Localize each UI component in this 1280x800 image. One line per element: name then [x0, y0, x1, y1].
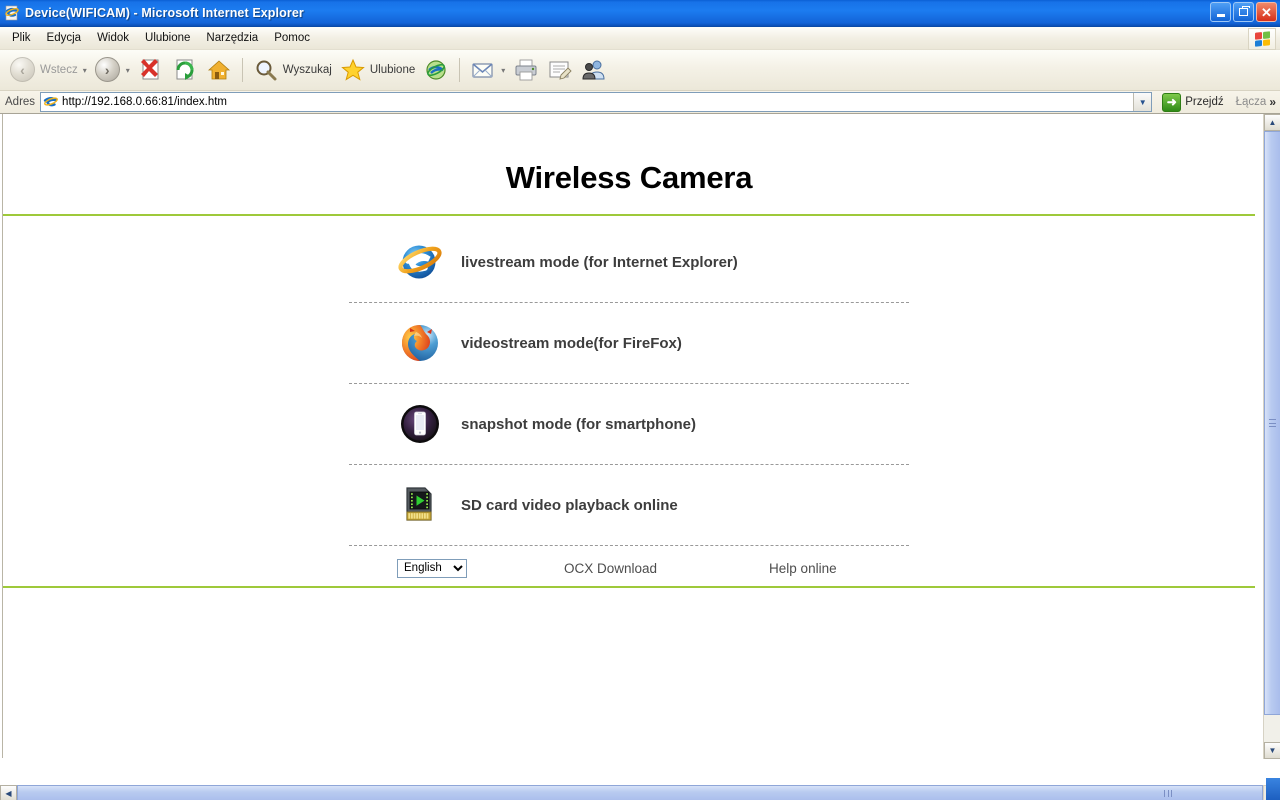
mode-label-snapshot: snapshot mode (for smartphone) [461, 415, 697, 433]
edit-page-icon [547, 57, 573, 83]
horizontal-scrollbar[interactable]: ◀ [0, 785, 1263, 800]
printer-icon [513, 57, 539, 83]
home-icon [206, 57, 232, 83]
go-button[interactable]: ➜ Przejdź [1158, 92, 1227, 112]
refresh-icon [172, 57, 198, 83]
forward-arrow-icon: › [94, 57, 121, 83]
vertical-scroll-thumb[interactable] [1264, 131, 1280, 715]
smartphone-icon [397, 401, 443, 447]
menu-item-favorites[interactable]: Ulubione [137, 30, 198, 46]
accent-rule-bottom [3, 586, 1255, 588]
print-button[interactable] [509, 54, 543, 86]
language-select[interactable]: English [397, 558, 467, 578]
mail-button[interactable]: ▾ [466, 54, 509, 86]
links-label[interactable]: Łącza [1236, 96, 1267, 108]
messenger-people-icon [581, 57, 607, 83]
internet-explorer-icon [397, 239, 443, 285]
favorites-button[interactable]: Ulubione [336, 54, 419, 86]
window-controls: ✕ [1210, 2, 1277, 22]
scroll-up-button[interactable]: ▲ [1264, 114, 1280, 131]
forward-button[interactable]: › ▾ [91, 54, 134, 86]
ie-document-icon [4, 5, 20, 21]
address-dropdown-button[interactable]: ▼ [1133, 93, 1152, 111]
back-button-label: Wstecz [40, 64, 78, 76]
minimize-button[interactable] [1210, 2, 1231, 22]
mail-icon [470, 57, 496, 83]
mode-label-videostream: videostream mode(for FireFox) [461, 334, 682, 352]
menu-item-view[interactable]: Widok [89, 30, 137, 46]
mode-label-livestream: livestream mode (for Internet Explorer) [461, 253, 738, 271]
messenger-button[interactable] [577, 54, 611, 86]
menu-item-tools[interactable]: Narzędzia [198, 30, 266, 46]
mode-row-sdcard[interactable]: SD card video playback online [349, 465, 909, 545]
windows-flag-icon [1248, 28, 1276, 50]
menu-item-edit[interactable]: Edycja [39, 30, 90, 46]
window-title: Device(WIFICAM) - Microsoft Internet Exp… [25, 6, 304, 20]
scroll-left-button[interactable]: ◀ [0, 785, 17, 800]
help-online-link[interactable]: Help online [769, 561, 837, 576]
go-button-label: Przejdź [1185, 96, 1224, 108]
search-icon [253, 57, 279, 83]
menu-item-help[interactable]: Pomoc [266, 30, 318, 46]
mode-row-videostream[interactable]: videostream mode(for FireFox) [349, 303, 909, 383]
mode-row-livestream[interactable]: livestream mode (for Internet Explorer) [349, 222, 909, 302]
refresh-button[interactable] [168, 54, 202, 86]
stop-icon [138, 57, 164, 83]
page-favicon-icon [43, 94, 59, 110]
history-icon [423, 57, 449, 83]
scroll-down-button[interactable]: ▼ [1264, 742, 1280, 759]
mode-label-sdcard: SD card video playback online [461, 496, 678, 514]
toolbar-divider [241, 58, 243, 82]
stop-button[interactable] [134, 54, 168, 86]
address-input-wrapper[interactable]: ▼ [40, 92, 1153, 112]
browser-viewport: Wireless Camera livestream mode (for Int… [0, 114, 1280, 800]
vertical-scrollbar[interactable]: ▲ ▼ [1263, 114, 1280, 759]
back-arrow-icon: ‹ [10, 57, 36, 83]
address-bar: Adres ▼ ➜ Przejdź Łącza » [0, 91, 1280, 114]
back-button[interactable]: ‹ Wstecz ▾ [6, 54, 91, 86]
page-title: Wireless Camera [505, 160, 753, 195]
address-label: Adres [5, 96, 36, 108]
page-footer: English OCX Download Help online [349, 546, 909, 586]
window-title-bar: Device(WIFICAM) - Microsoft Internet Exp… [0, 0, 1280, 27]
history-button[interactable] [419, 54, 453, 86]
chevron-down-icon[interactable]: ▾ [501, 66, 505, 75]
horizontal-scroll-thumb[interactable] [17, 785, 1263, 800]
ocx-download-link[interactable]: OCX Download [564, 561, 657, 576]
search-button-label: Wyszukaj [282, 64, 332, 76]
toolbar-divider [459, 58, 461, 82]
star-icon [340, 57, 366, 83]
close-button[interactable]: ✕ [1256, 2, 1277, 22]
go-arrow-icon: ➜ [1162, 92, 1182, 112]
firefox-icon [397, 320, 443, 366]
address-input[interactable] [62, 96, 1134, 108]
browser-toolbar: ‹ Wstecz ▾ › ▾ Wyszukaj Ulubione ▾ [0, 50, 1280, 91]
favorites-button-label: Ulubione [369, 64, 416, 76]
web-page-content: Wireless Camera livestream mode (for Int… [2, 114, 1255, 758]
mode-list: livestream mode (for Internet Explorer) [349, 216, 909, 586]
restore-button[interactable] [1233, 2, 1254, 22]
chevron-down-icon[interactable]: ▾ [83, 66, 87, 75]
menu-item-file[interactable]: Plik [4, 30, 39, 46]
home-button[interactable] [202, 54, 236, 86]
edit-button[interactable] [543, 54, 577, 86]
chevron-down-icon[interactable]: ▾ [126, 66, 130, 75]
taskbar-edge [1266, 778, 1280, 800]
sd-card-icon [397, 482, 443, 528]
chevron-right-icon[interactable]: » [1269, 95, 1276, 109]
menu-bar: Plik Edycja Widok Ulubione Narzędzia Pom… [0, 27, 1280, 50]
search-button[interactable]: Wyszukaj [249, 54, 336, 86]
mode-row-snapshot[interactable]: snapshot mode (for smartphone) [349, 384, 909, 464]
